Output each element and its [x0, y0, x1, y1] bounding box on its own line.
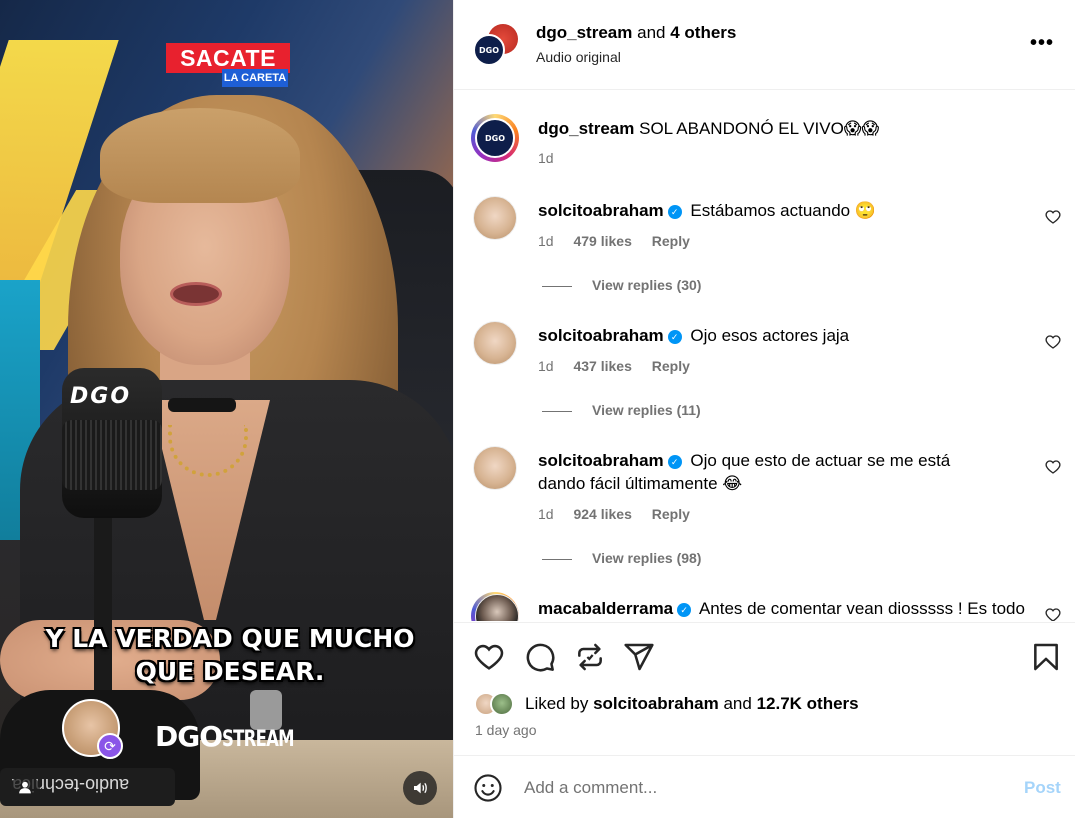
comment-text-line: solcitoabraham ✓ Ojo que esto de actuar s…	[538, 449, 998, 495]
author-avatar[interactable]: DGO	[473, 34, 505, 66]
verified-icon: ✓	[667, 330, 682, 344]
comment-avatar[interactable]	[473, 196, 517, 240]
view-replies-label: View replies (98)	[592, 550, 702, 566]
replies-divider	[542, 410, 572, 412]
comment-text-line: solcitoabraham ✓ Ojo esos actores jaja	[538, 324, 1028, 347]
watermark-stream: STREAM	[222, 727, 295, 752]
comment-time: 1d	[538, 506, 554, 522]
presenter-fringe	[100, 108, 300, 203]
comment-time: 1d	[538, 233, 554, 249]
comment-username[interactable]: solcitoabraham	[538, 451, 664, 470]
reply-button[interactable]: Reply	[652, 233, 690, 249]
video-watermark: DGOSTREAM	[155, 720, 318, 753]
repost-icon: ⟳	[97, 733, 123, 759]
caption-avatar[interactable]: DGO	[475, 118, 515, 158]
view-replies-label: View replies (11)	[592, 402, 701, 418]
liked-by-avatars[interactable]	[474, 692, 522, 718]
comment-text-line: solcitoabraham ✓ Estábamos actuando 🙄	[538, 199, 1028, 222]
post-caption: dgo_stream SOL ABANDONÓ EL VIVO😱😱	[538, 119, 879, 139]
caption-text: SOL ABANDONÓ EL VIVO😱😱	[639, 119, 880, 138]
comment-likes[interactable]: 479 likes	[573, 233, 631, 249]
comment-like-heart-icon[interactable]	[1045, 334, 1063, 352]
comment-avatar[interactable]	[473, 446, 517, 490]
comments-list[interactable]: DGO dgo_stream SOL ABANDONÓ EL VIVO😱😱 1d…	[454, 91, 1075, 621]
comment-input[interactable]	[524, 773, 1004, 803]
mic-brand: DGO	[70, 384, 132, 409]
replies-divider	[542, 558, 572, 560]
verified-icon: ✓	[677, 603, 692, 617]
emoji-icon[interactable]	[473, 773, 503, 803]
comment-avatar[interactable]	[473, 321, 517, 365]
audio-link[interactable]: Audio original	[536, 49, 621, 65]
liked-by-user[interactable]: solcitoabraham	[593, 694, 719, 713]
heart-icon[interactable]	[473, 641, 505, 673]
comment-meta: 1d 924 likes Reply	[538, 506, 706, 522]
liked-avatar	[490, 692, 514, 716]
comment-text: Antes de comentar vean diosssss ! Es tod…	[698, 599, 1025, 618]
presenter-mouth	[170, 282, 222, 306]
video-subtitle-line1: Y LA VERDAD QUE MUCHO	[45, 624, 415, 653]
comment-like-heart-icon[interactable]	[1045, 459, 1063, 477]
watermark-dgo: DGO	[155, 720, 223, 753]
choker	[168, 398, 236, 412]
video-subtitle: Y LA VERDAD QUE MUCHO QUE DESEAR.	[30, 622, 430, 688]
verified-icon: ✓	[667, 205, 682, 219]
liked-by-prefix: Liked by	[525, 694, 589, 713]
caption-username[interactable]: dgo_stream	[538, 119, 634, 138]
view-replies-button[interactable]: View replies (98)	[542, 550, 701, 566]
reply-button[interactable]: Reply	[652, 506, 690, 522]
liked-by-joiner: and	[723, 694, 752, 713]
reply-button[interactable]: Reply	[652, 358, 690, 374]
replies-divider	[542, 285, 572, 287]
show-logo-subtitle: LA CARETA	[222, 69, 288, 87]
author-username[interactable]: dgo_stream	[536, 23, 632, 42]
comment-likes[interactable]: 437 likes	[573, 358, 631, 374]
comment-like-heart-icon[interactable]	[1045, 209, 1063, 227]
comment-likes[interactable]: 924 likes	[573, 506, 631, 522]
view-replies-button[interactable]: View replies (30)	[542, 277, 701, 293]
comment-text-line: macabalderrama ✓ Antes de comentar vean d…	[538, 597, 1028, 620]
comment-meta: 1d 479 likes Reply	[538, 233, 706, 249]
user-tag-icon[interactable]	[10, 774, 40, 804]
comment-time: 1d	[538, 358, 554, 374]
share-icon[interactable]	[574, 641, 606, 673]
caption-avatar-text: DGO	[484, 133, 505, 143]
post-panel: DGO dgo_stream and 4 others Audio origin…	[453, 0, 1075, 818]
post-button[interactable]: Post	[1024, 778, 1061, 798]
view-replies-button[interactable]: View replies (11)	[542, 402, 701, 418]
add-comment-bar: Post	[454, 755, 1075, 818]
send-icon[interactable]	[623, 641, 655, 673]
reel-video[interactable]: S DGO audio-technica SACATE LA CARETA Y …	[0, 0, 453, 818]
post-author-line: dgo_stream and 4 others	[536, 23, 736, 43]
comment-meta: 1d 437 likes Reply	[538, 358, 706, 374]
comment-like-heart-icon[interactable]	[1045, 607, 1063, 621]
liked-by-others[interactable]: 12.7K others	[757, 694, 859, 713]
collab-others-link[interactable]: 4 others	[670, 23, 736, 42]
post-actions: Liked by solcitoabraham and 12.7K others…	[454, 622, 1075, 754]
liked-by-line: Liked by solcitoabraham and 12.7K others	[525, 694, 859, 714]
comment-text: Estábamos actuando 🙄	[690, 201, 876, 220]
comment-username[interactable]: macabalderrama	[538, 599, 673, 618]
show-logo: SACATE LA CARETA	[166, 43, 290, 87]
comment-text: Ojo esos actores jaja	[690, 326, 850, 345]
view-replies-label: View replies (30)	[592, 277, 702, 293]
bookmark-icon[interactable]	[1030, 641, 1062, 673]
post-time[interactable]: 1 day ago	[475, 722, 537, 738]
comment-username[interactable]: solcitoabraham	[538, 201, 664, 220]
comment-username[interactable]: solcitoabraham	[538, 326, 664, 345]
verified-icon: ✓	[667, 455, 682, 469]
author-joiner: and	[637, 23, 666, 42]
post-header: DGO dgo_stream and 4 others Audio origin…	[454, 0, 1075, 90]
video-subtitle-line2: QUE DESEAR.	[135, 657, 325, 686]
microphone-grill	[62, 420, 162, 490]
caption-time: 1d	[538, 150, 554, 166]
comment-icon[interactable]	[524, 641, 556, 673]
more-icon[interactable]: •••	[1030, 32, 1054, 55]
volume-icon[interactable]	[403, 771, 437, 805]
author-avatar-text: DGO	[478, 45, 499, 55]
